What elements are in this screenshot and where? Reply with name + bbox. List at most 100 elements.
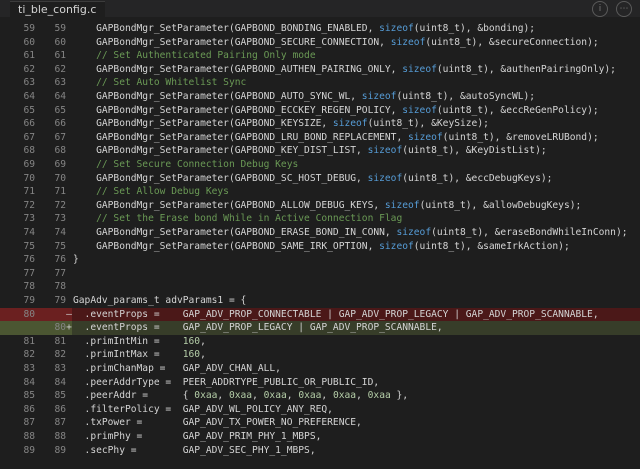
new-line-number: 77 — [54, 267, 66, 279]
number-token: 0xaa — [332, 390, 357, 402]
old-line-number: 67 — [23, 131, 35, 143]
code-text: .secPhy = GAP_ADV_SEC_PHY_1_MBPS, — [73, 444, 316, 458]
code-token: , — [321, 390, 333, 402]
code-line[interactable]: 86 86 .filterPolicy = GAP_ADV_WL_POLICY_A… — [0, 403, 640, 417]
info-icon[interactable]: i — [592, 1, 608, 17]
code-line[interactable]: 74 74 GAPBondMgr_SetParameter(GAPBOND_ERA… — [0, 226, 640, 240]
code-line[interactable]: 79 79 GapAdv_params_t advParams1 = { — [0, 294, 640, 308]
code-token: (uint8_t), &autoSyncWL); — [396, 91, 536, 102]
code-text: GapAdv_params_t advParams1 = { — [73, 294, 246, 308]
old-line-number: 88 — [23, 431, 35, 442]
code-token: (uint8_t), &allowDebugKeys); — [419, 199, 582, 211]
code-text: GAPBondMgr_SetParameter(GAPBOND_KEY_DIST… — [73, 144, 547, 158]
code-line[interactable]: 82 82 .primIntMax = 160, — [0, 348, 640, 362]
code-line[interactable]: 84 84 .peerAddrType = PEER_ADDRTYPE_PUBLI… — [0, 376, 640, 390]
old-line-number: 86 — [23, 403, 35, 415]
old-line-number: 74 — [23, 227, 35, 238]
old-line-number: 77 — [23, 267, 35, 279]
code-token: (uint8_t), &authenPairingOnly); — [436, 63, 616, 75]
diff-line-added[interactable]: 80 + .eventProps = GAP_ADV_PROP_LEGACY | … — [0, 321, 640, 335]
code-text: // Set Allow Debug Keys — [73, 185, 229, 199]
old-line-number: 62 — [23, 63, 35, 75]
keyword-token: sizeof — [332, 118, 368, 130]
diff-line-removed[interactable]: 80— .eventProps = GAP_ADV_PROP_CONNECTAB… — [0, 307, 640, 322]
file-tab[interactable]: ti_ble_config.c — [10, 1, 106, 18]
old-line-number: 81 — [23, 335, 35, 347]
more-icon[interactable]: ⋯ — [616, 1, 632, 17]
code-line[interactable]: 64 64 GAPBondMgr_SetParameter(GAPBOND_AUT… — [0, 90, 640, 104]
code-line[interactable]: 71 71 // Set Allow Debug Keys — [0, 185, 640, 199]
code-text: .eventProps = GAP_ADV_PROP_CONNECTABLE |… — [73, 308, 599, 322]
code-line[interactable]: 89 89 .secPhy = GAP_ADV_SEC_PHY_1_MBPS, — [0, 444, 640, 458]
code-line[interactable]: 78 78 — [0, 280, 640, 294]
old-line-number: 60 — [23, 36, 35, 48]
code-token: GAPBondMgr_SetParameter(GAPBOND_ERASE_BO… — [73, 227, 397, 238]
code-text: .primChanMap = GAP_ADV_CHAN_ALL, — [73, 362, 281, 376]
code-line[interactable]: 59 59 GAPBondMgr_SetParameter(GAPBOND_BON… — [0, 22, 640, 36]
code-text: GAPBondMgr_SetParameter(GAPBOND_ECCKEY_R… — [73, 104, 599, 118]
code-text: .peerAddr = { 0xaa, 0xaa, 0xaa, 0xaa, 0x… — [73, 389, 409, 403]
old-line-number: 83 — [23, 363, 35, 374]
file-tab-label: ti_ble_config.c — [18, 3, 97, 16]
code-line[interactable]: 60 60 GAPBondMgr_SetParameter(GAPBOND_SEC… — [0, 36, 640, 50]
code-line[interactable]: 62 62 GAPBondMgr_SetParameter(GAPBOND_AUT… — [0, 63, 640, 77]
code-line[interactable]: 68 68 GAPBondMgr_SetParameter(GAPBOND_KEY… — [0, 144, 640, 158]
code-line[interactable]: 85 85 .peerAddr = { 0xaa, 0xaa, 0xaa, 0xa… — [0, 389, 640, 403]
old-line-number: 85 — [23, 390, 35, 402]
code-line[interactable]: 81 81 .primIntMin = 160, — [0, 335, 640, 349]
old-line-number: 84 — [23, 376, 35, 388]
code-line[interactable]: 70 70 GAPBondMgr_SetParameter(GAPBOND_SC_… — [0, 172, 640, 186]
code-line[interactable]: 77 77 — [0, 267, 640, 281]
code-token: , — [217, 390, 229, 402]
old-line-number: 70 — [23, 172, 35, 184]
code-token: (uint8_t), &sameIrkAction); — [413, 240, 570, 252]
comment-token: // Set Authenticated Pairing Only mode — [73, 50, 316, 62]
code-line[interactable]: 67 67 GAPBondMgr_SetParameter(GAPBOND_LRU… — [0, 131, 640, 145]
code-token: GAPBondMgr_SetParameter(GAPBOND_SECURE_C… — [73, 36, 391, 48]
code-line[interactable]: 65 65 GAPBondMgr_SetParameter(GAPBOND_ECC… — [0, 104, 640, 118]
code-line[interactable]: 83 83 .primChanMap = GAP_ADV_CHAN_ALL, — [0, 362, 640, 376]
new-line-number: 66 — [54, 118, 66, 130]
new-line-number: 72 — [54, 199, 66, 211]
code-text: .primPhy = GAP_ADV_PRIM_PHY_1_MBPS, — [73, 430, 322, 444]
code-token: GAPBondMgr_SetParameter(GAPBOND_SAME_IRK… — [73, 240, 380, 252]
code-line[interactable]: 61 61 // Set Authenticated Pairing Only m… — [0, 49, 640, 63]
code-text: GAPBondMgr_SetParameter(GAPBOND_AUTO_SYN… — [73, 90, 535, 104]
new-line-number: 82 — [54, 349, 66, 361]
number-token: 160 — [182, 349, 201, 361]
code-token: GAPBondMgr_SetParameter(GAPBOND_KEYSIZE, — [73, 118, 333, 130]
new-line-number: 81 — [54, 335, 66, 347]
old-line-number: 87 — [23, 417, 35, 429]
code-text: GAPBondMgr_SetParameter(GAPBOND_ERASE_BO… — [73, 226, 627, 240]
code-token: .primChanMap = GAP_ADV_CHAN_ALL, — [73, 363, 281, 374]
code-line[interactable]: 87 87 .txPower = GAP_ADV_TX_POWER_NO_PREF… — [0, 416, 640, 430]
code-token: .peerAddrType = PEER_ADDRTYPE_PUBLIC_OR_… — [73, 376, 380, 388]
code-token: , — [252, 390, 264, 402]
new-line-number: 68 — [54, 145, 66, 157]
code-line[interactable]: 73 73 // Set the Erase bond While in Acti… — [0, 212, 640, 226]
number-token: 0xaa — [263, 390, 287, 402]
old-line-number: 79 — [23, 295, 35, 306]
code-line[interactable]: 63 63 // Set Auto Whitelist Sync — [0, 76, 640, 90]
number-token: 0xaa — [298, 390, 322, 402]
old-line-number: 80 — [23, 308, 35, 320]
old-line-number: 65 — [23, 104, 35, 116]
code-line[interactable]: 72 72 GAPBondMgr_SetParameter(GAPBOND_ALL… — [0, 199, 640, 213]
new-line-number: 64 — [54, 91, 66, 102]
code-line[interactable]: 75 75 GAPBondMgr_SetParameter(GAPBOND_SAM… — [0, 240, 640, 254]
code-text: // Set Auto Whitelist Sync — [73, 76, 246, 90]
old-line-number: 71 — [23, 186, 35, 198]
code-token: .peerAddr = { — [73, 390, 195, 402]
new-line-number: 62 — [54, 63, 66, 75]
new-line-number: 87 — [54, 417, 66, 429]
diff-editor[interactable]: 59 59 GAPBondMgr_SetParameter(GAPBOND_BON… — [0, 22, 640, 469]
code-line[interactable]: 69 69 // Set Secure Connection Debug Keys — [0, 158, 640, 172]
old-line-number: 66 — [23, 118, 35, 130]
code-line[interactable]: 66 66 GAPBondMgr_SetParameter(GAPBOND_KEY… — [0, 117, 640, 131]
code-token: (uint8_t), &KeyDistList); — [402, 145, 547, 157]
code-line[interactable]: 76 76} — [0, 253, 640, 267]
code-token: GapAdv_params_t advParams1 = { — [73, 295, 247, 306]
number-token: 0xaa — [194, 390, 218, 402]
code-token: , — [200, 335, 206, 347]
code-line[interactable]: 88 88 .primPhy = GAP_ADV_PRIM_PHY_1_MBPS, — [0, 430, 640, 444]
